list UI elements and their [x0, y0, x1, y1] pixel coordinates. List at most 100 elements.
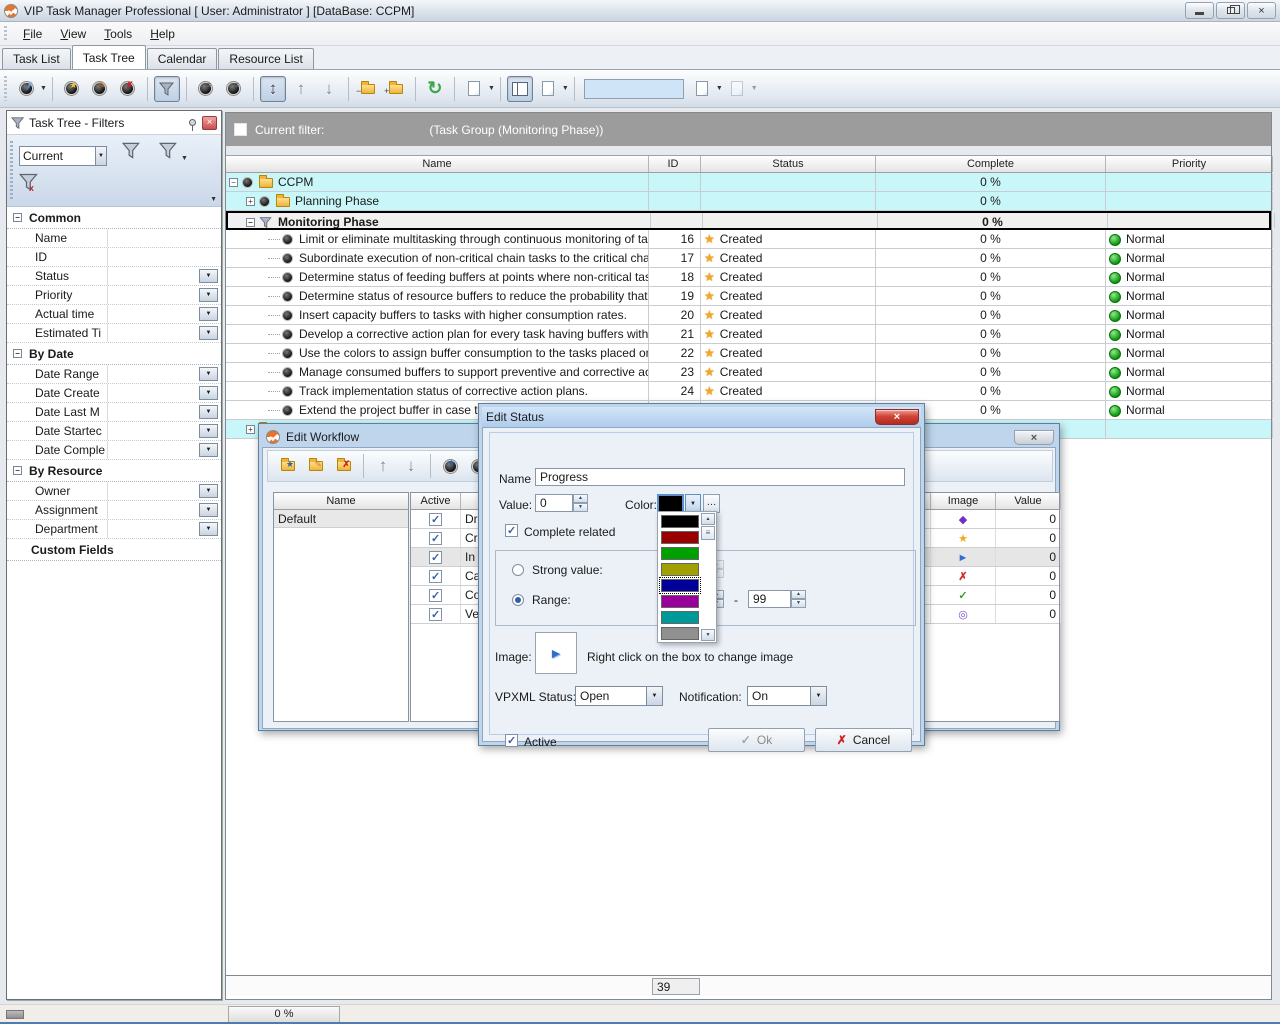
active-checkbox[interactable] — [429, 532, 442, 545]
palette-swatch[interactable] — [661, 547, 699, 560]
new-task-button[interactable] — [13, 76, 39, 102]
delete-layout-dropdown[interactable]: ▼ — [751, 85, 758, 92]
section-custom-fields[interactable]: Custom Fields — [7, 539, 221, 561]
tab-resource-list[interactable]: Resource List — [218, 48, 313, 69]
scrollbar-thumb[interactable]: ≡ — [701, 526, 715, 540]
filters-close-button[interactable]: × — [202, 116, 217, 130]
save-filter-button[interactable] — [159, 141, 178, 163]
chevron-down-icon[interactable]: ▼ — [646, 687, 662, 705]
sort-toggle-button[interactable]: ↕ — [260, 76, 286, 102]
complete-related-checkbox[interactable] — [505, 524, 518, 537]
close-button[interactable]: × — [1247, 2, 1276, 19]
palette-swatch[interactable] — [661, 627, 699, 640]
table-row[interactable]: Determine status of feeding buffers at p… — [226, 268, 1271, 287]
table-row[interactable]: Limit or eliminate multitasking through … — [226, 230, 1271, 249]
export-dropdown[interactable]: ▼ — [488, 85, 495, 92]
filter-row-owner[interactable]: Owner▼ — [7, 482, 221, 501]
filter-row-date-range[interactable]: Date Range▼ — [7, 365, 221, 384]
delete-task-button[interactable]: ✗ — [115, 76, 141, 102]
pin-icon[interactable] — [189, 119, 196, 126]
table-row[interactable]: Manage consumed buffers to support preve… — [226, 363, 1271, 382]
column-header-value[interactable]: Value — [996, 493, 1061, 509]
filter-row-actual-time[interactable]: Actual time▼ — [7, 305, 221, 324]
task-notes-button[interactable]: ≡ — [193, 76, 219, 102]
active-checkbox[interactable] — [429, 589, 442, 602]
palette-swatch-selected[interactable] — [661, 579, 699, 592]
status-image-box[interactable]: ► — [535, 632, 577, 674]
strong-value-radio[interactable] — [512, 564, 524, 576]
collapse-icon[interactable]: − — [13, 349, 22, 358]
add-task-button[interactable]: ★ — [59, 76, 85, 102]
reports-button[interactable] — [535, 76, 561, 102]
column-header-id[interactable]: ID — [649, 156, 701, 172]
collapse-icon[interactable]: − — [13, 213, 22, 222]
value-spinner[interactable]: ▲▼ — [573, 494, 588, 512]
cancel-button[interactable]: ✗Cancel — [815, 728, 912, 752]
chevron-down-icon[interactable]: ▼ — [199, 405, 218, 419]
table-row[interactable]: Insert capacity buffers to tasks with hi… — [226, 306, 1271, 325]
current-filter-checkbox[interactable] — [234, 123, 247, 136]
name-input[interactable]: Progress — [535, 468, 905, 486]
delete-workflow-button[interactable]: ✗ — [331, 453, 357, 479]
delete-layout-button[interactable] — [724, 76, 750, 102]
table-row[interactable]: Determine status of resource buffers to … — [226, 287, 1271, 306]
move-up-button[interactable]: ↑ — [288, 76, 314, 102]
active-checkbox[interactable] — [429, 513, 442, 526]
column-header-name[interactable]: Name — [226, 156, 649, 172]
edit-task-button[interactable]: ✎ — [87, 76, 113, 102]
filter-row-date-started[interactable]: Date Startec▼ — [7, 422, 221, 441]
active-checkbox[interactable] — [429, 608, 442, 621]
expand-icon[interactable]: + — [246, 197, 255, 206]
save-filter-dropdown[interactable]: ▼ — [181, 155, 188, 162]
palette-swatch[interactable] — [661, 563, 699, 576]
edit-workflow-button[interactable]: ✎ — [303, 453, 329, 479]
table-row[interactable]: Develop a corrective action plan for eve… — [226, 325, 1271, 344]
refresh-button[interactable]: ↻ — [422, 76, 448, 102]
chevron-down-icon[interactable]: ▼ — [199, 484, 218, 498]
chevron-down-icon[interactable]: ▼ — [199, 326, 218, 340]
column-header-active[interactable]: Active — [411, 493, 461, 509]
chevron-down-icon[interactable]: ▼ — [95, 147, 106, 165]
filter-row-date-completed[interactable]: Date Comple▼ — [7, 441, 221, 460]
notification-select[interactable]: On▼ — [747, 686, 827, 706]
menu-help[interactable]: Help — [141, 24, 184, 44]
section-common[interactable]: −Common — [7, 207, 221, 229]
range-radio[interactable] — [512, 594, 524, 606]
tab-task-tree[interactable]: Task Tree — [72, 45, 146, 69]
filter-row-department[interactable]: Department▼ — [7, 520, 221, 539]
edit-workflow-close-button[interactable]: × — [1014, 430, 1054, 445]
toggle-panels-button[interactable] — [507, 76, 533, 102]
chevron-down-icon[interactable]: ▼ — [810, 687, 826, 705]
range-to-spinner[interactable]: ▲▼ — [791, 590, 806, 608]
filter-row-date-last-modified[interactable]: Date Last M▼ — [7, 403, 221, 422]
layout-combo[interactable] — [584, 79, 684, 99]
menu-file[interactable]: File — [14, 24, 51, 44]
section-by-date[interactable]: −By Date — [7, 343, 221, 365]
scroll-down-button[interactable]: ▼ — [701, 629, 715, 641]
filters-overflow-caret[interactable]: ▼ — [210, 196, 217, 203]
menu-view[interactable]: View — [51, 24, 95, 44]
chevron-down-icon[interactable]: ▼ — [199, 386, 218, 400]
chevron-down-icon[interactable]: ▼ — [199, 503, 218, 517]
ok-button[interactable]: ✓Ok — [708, 728, 805, 752]
save-layout-dropdown[interactable]: ▼ — [716, 85, 723, 92]
export-button[interactable] — [461, 76, 487, 102]
reports-dropdown[interactable]: ▼ — [562, 85, 569, 92]
filter-preset-combo[interactable]: Current▼ — [19, 146, 107, 166]
expand-all-button[interactable]: + — [383, 76, 409, 102]
apply-filter-button[interactable] — [122, 141, 141, 163]
workflow-list-header[interactable]: Name — [274, 493, 408, 510]
section-by-resource[interactable]: −By Resource — [7, 460, 221, 482]
table-row[interactable]: −CCPM 0 % — [226, 173, 1271, 192]
collapse-icon[interactable]: − — [246, 218, 255, 227]
task-properties-button[interactable]: ≡ — [221, 76, 247, 102]
filter-row-id[interactable]: ID — [7, 248, 221, 267]
new-task-dropdown[interactable]: ▼ — [40, 85, 47, 92]
tab-task-list[interactable]: Task List — [2, 48, 71, 69]
move-status-down-button[interactable]: ↓ — [398, 453, 424, 479]
palette-swatch[interactable] — [661, 515, 699, 528]
restore-button[interactable] — [1216, 2, 1245, 19]
table-row-selected[interactable]: −Monitoring Phase 0 % — [226, 211, 1271, 230]
collapse-icon[interactable]: − — [13, 466, 22, 475]
palette-swatch[interactable] — [661, 611, 699, 624]
